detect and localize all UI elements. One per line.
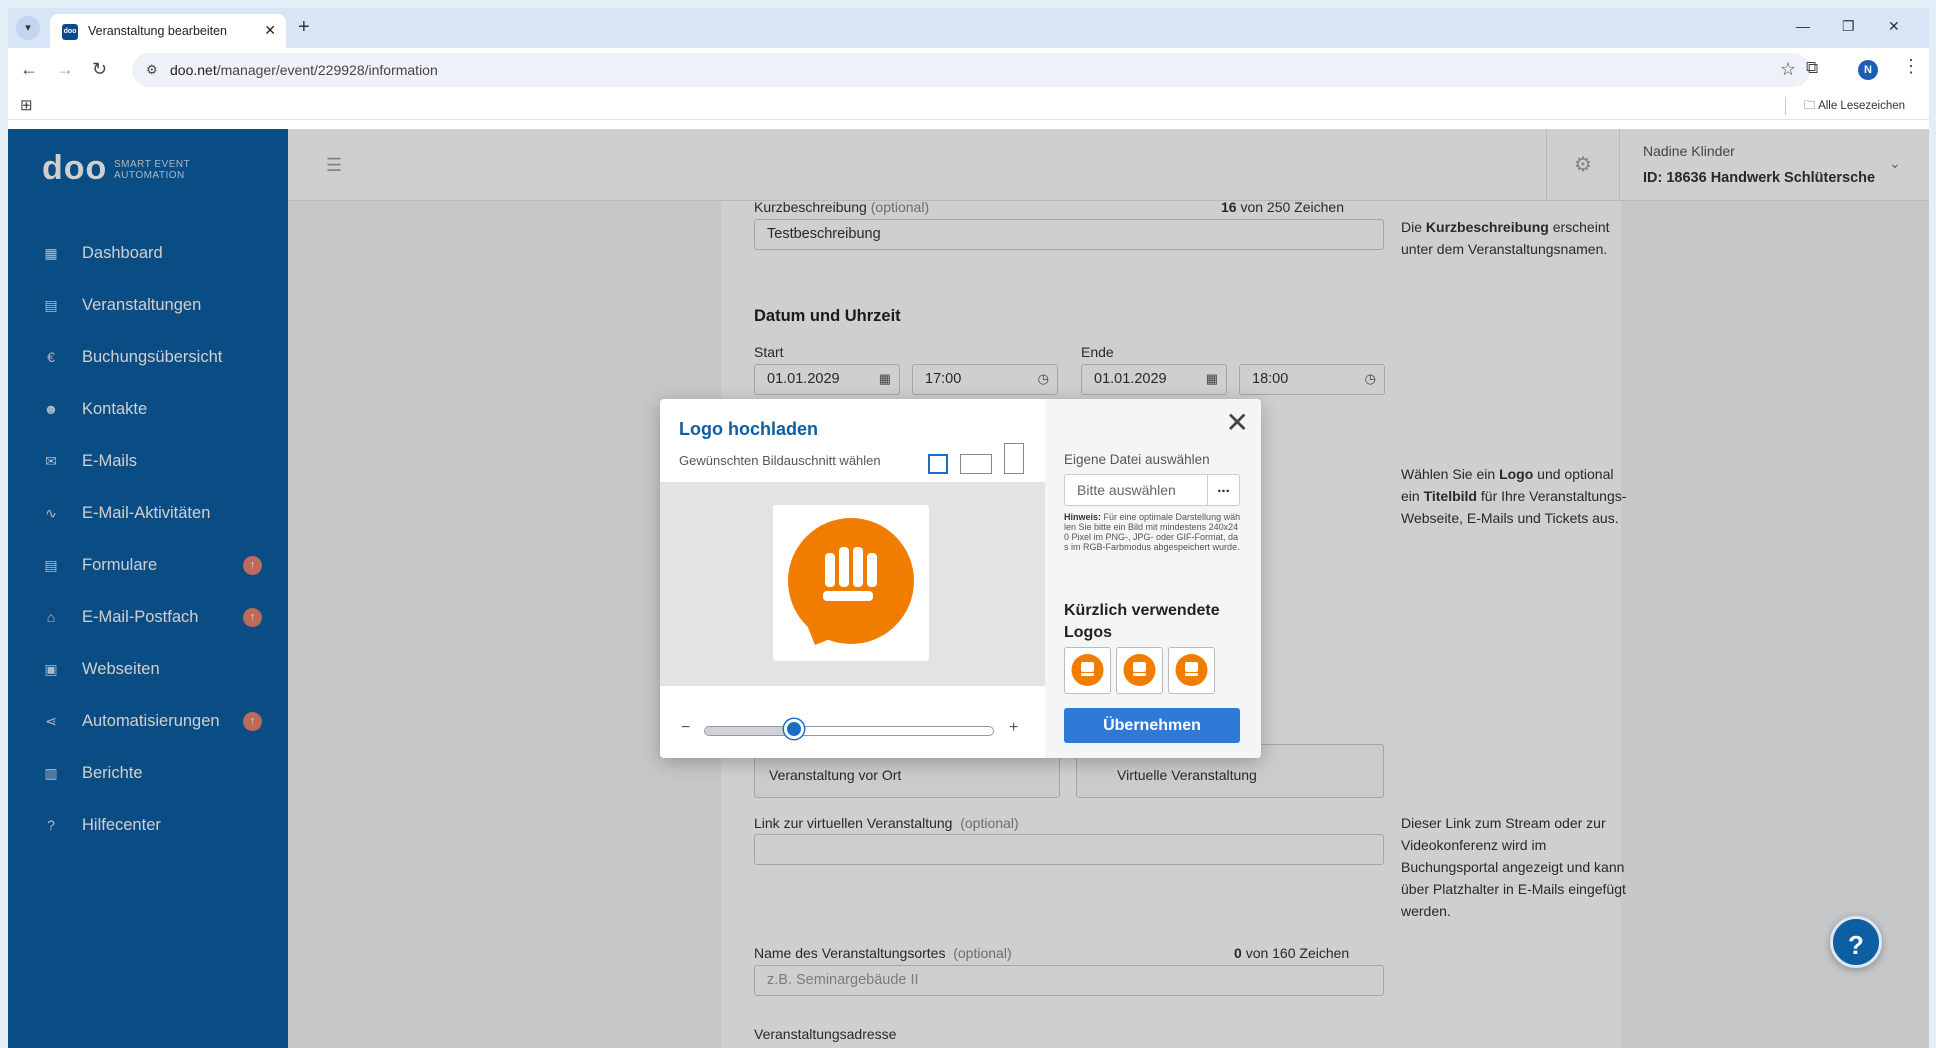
apps-grid-icon[interactable]: ⊞: [20, 96, 33, 114]
site-info-icon[interactable]: ⚙: [146, 62, 158, 78]
modal-title: Logo hochladen: [679, 419, 818, 439]
new-tab-icon[interactable]: +: [298, 16, 310, 39]
file-pane: ✕ Eigene Datei auswählen Bitte auswählen…: [1045, 399, 1261, 758]
file-placeholder: Bitte auswählen: [1077, 482, 1176, 498]
crop-preview[interactable]: [660, 482, 1045, 686]
crop-label: Gewünschten Bildauschnitt wählen: [679, 453, 881, 468]
zoom-out-icon[interactable]: −: [681, 719, 690, 737]
apply-button[interactable]: Übernehmen: [1064, 708, 1240, 743]
tab-bar: ▾ doo Veranstaltung bearbeiten ✕ + — ❐ ✕: [8, 8, 1929, 48]
zoom-slider[interactable]: [704, 726, 994, 736]
bookmarks-bar: ⊞ 🗀 Alle Lesezeichen: [8, 92, 1929, 120]
tab-close-icon[interactable]: ✕: [264, 22, 276, 39]
recent-logos-title: Kürzlich verwendete Logos: [1064, 602, 1220, 641]
fist-logo-icon: [1123, 654, 1156, 686]
crop-landscape-option[interactable]: [960, 454, 992, 474]
recent-logo-2[interactable]: [1116, 647, 1163, 694]
all-bookmarks-label: Alle Lesezeichen: [1818, 100, 1906, 112]
minimize-icon[interactable]: —: [1796, 18, 1810, 34]
own-file-label: Eigene Datei auswählen: [1064, 452, 1210, 467]
recent-logo-1[interactable]: [1064, 647, 1111, 694]
bookmark-star-icon[interactable]: ☆: [1780, 59, 1796, 80]
forward-icon[interactable]: →: [56, 59, 74, 80]
reload-icon[interactable]: ↻: [92, 59, 107, 80]
crop-portrait-option[interactable]: [1004, 443, 1024, 474]
zoom-slider-handle[interactable]: [783, 719, 804, 739]
restore-icon[interactable]: ❐: [1842, 18, 1855, 35]
tab-title: Veranstaltung bearbeiten: [88, 24, 227, 38]
bookmarks-divider: [1785, 97, 1786, 115]
address-bar[interactable]: ⚙ doo.net/manager/event/229928/informati…: [132, 53, 1810, 87]
tab-list-button[interactable]: ▾: [16, 16, 40, 40]
crop-pane: Logo hochladen Gewünschten Bildauschnitt…: [660, 399, 1045, 758]
fist-logo-icon: [788, 518, 914, 645]
url-text: doo.net/manager/event/229928/information: [170, 62, 438, 78]
fist-logo-icon: [1175, 654, 1208, 686]
file-hint: Hinweis: Für eine optimale Darstellung w…: [1064, 512, 1241, 552]
back-icon[interactable]: ←: [20, 59, 38, 80]
file-select-input[interactable]: Bitte auswählen ...: [1064, 474, 1240, 506]
crop-square-option[interactable]: [928, 454, 948, 474]
fist-logo-icon: [1071, 654, 1104, 686]
extensions-icon[interactable]: ⧉: [1806, 58, 1818, 78]
browser-tab[interactable]: doo Veranstaltung bearbeiten ✕: [50, 14, 286, 48]
logo-upload-modal: Logo hochladen Gewünschten Bildauschnitt…: [660, 399, 1261, 758]
logo-preview: [773, 505, 929, 661]
browser-toolbar: ← → ↻ ⚙ doo.net/manager/event/229928/inf…: [8, 48, 1929, 92]
browse-file-button[interactable]: ...: [1207, 475, 1239, 505]
recent-logo-3[interactable]: [1168, 647, 1215, 694]
zoom-slider-fill: [705, 727, 795, 735]
all-bookmarks-link[interactable]: 🗀 Alle Lesezeichen: [1804, 98, 1905, 117]
zoom-in-icon[interactable]: +: [1009, 719, 1018, 737]
tab-favicon-icon: doo: [62, 24, 78, 40]
browser-menu-icon[interactable]: ⋮: [1902, 56, 1920, 77]
folder-icon: 🗀: [1804, 100, 1816, 112]
profile-avatar[interactable]: N: [1858, 60, 1878, 80]
help-button[interactable]: ?: [1830, 916, 1882, 968]
window-close-icon[interactable]: ✕: [1888, 18, 1900, 35]
close-icon[interactable]: ✕: [1226, 409, 1249, 437]
